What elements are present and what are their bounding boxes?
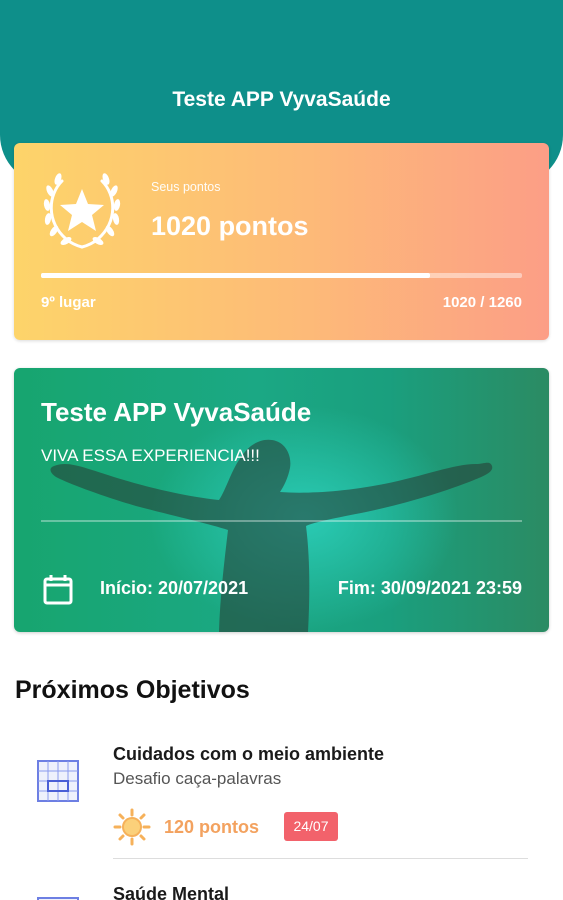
- rank-label: 9º lugar: [41, 294, 96, 311]
- objective-points: 120 pontos: [164, 817, 260, 837]
- objective-divider: [113, 858, 528, 859]
- challenge-subtitle: VIVA ESSA EXPERIENCIA!!!: [41, 446, 260, 465]
- word-search-grid-icon: [37, 760, 79, 802]
- objective-subtitle: Desafio caça-palavras: [113, 769, 282, 788]
- challenge-divider: [41, 520, 522, 522]
- points-value: 1020 pontos: [151, 211, 309, 241]
- objective-title: Saúde Mental: [113, 884, 230, 900]
- points-progress-fill: [41, 273, 431, 278]
- calendar-icon: [43, 575, 73, 605]
- points-caption: Seus pontos: [151, 180, 221, 194]
- challenge-title: Teste APP VyvaSaúde: [41, 397, 312, 427]
- challenge-card[interactable]: Teste APP VyvaSaúde VIVA ESSA EXPERIENCI…: [14, 368, 549, 632]
- points-card[interactable]: Seus pontos 1020 pontos 9º lugar 1020 / …: [14, 143, 549, 340]
- page-title: Teste APP VyvaSaúde: [172, 88, 391, 111]
- challenge-start-date: Início: 20/07/2021: [100, 578, 249, 598]
- sun-icon: [113, 808, 151, 846]
- objective-date-badge: 24/07: [284, 812, 338, 841]
- laurel-star-icon: [43, 173, 121, 249]
- section-title-objectives: Próximos Objetivos: [15, 676, 250, 704]
- challenge-end-date: Fim: 30/09/2021 23:59: [337, 578, 522, 598]
- progress-text: 1020 / 1260: [442, 294, 522, 311]
- points-progress-bar: [41, 273, 522, 278]
- objective-title: Cuidados com o meio ambiente: [113, 744, 385, 764]
